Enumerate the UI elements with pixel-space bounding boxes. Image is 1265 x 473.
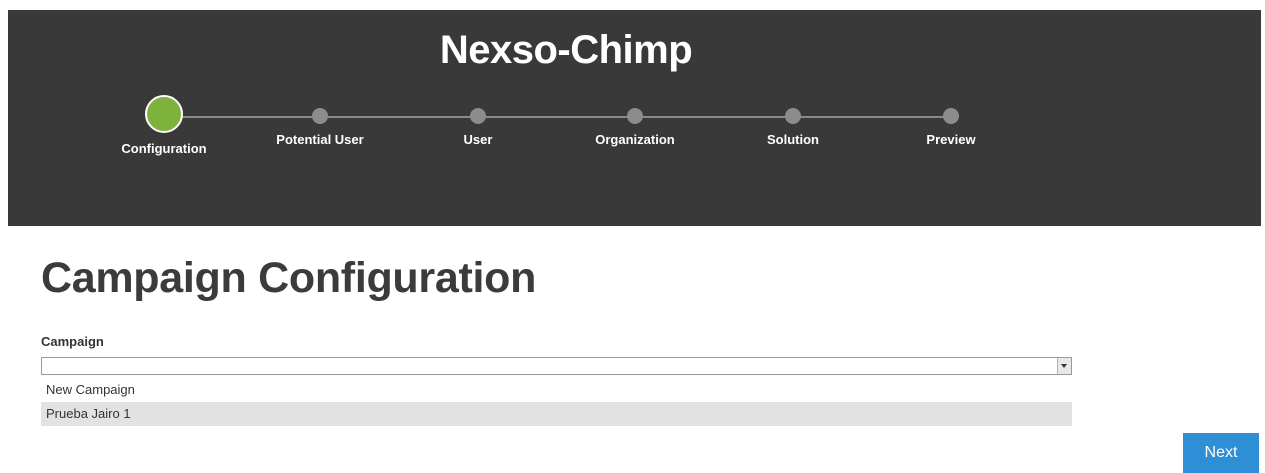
step-solution[interactable]: Solution [713,108,873,147]
step-potential-user[interactable]: Potential User [240,108,400,147]
campaign-option-new[interactable]: New Campaign [41,378,1072,402]
step-label: User [463,132,493,147]
step-dot [627,108,643,124]
step-active-dot [145,95,183,133]
step-user[interactable]: User [398,108,558,147]
campaign-options-list: New Campaign Prueba Jairo 1 [41,378,1072,426]
page: Nexso-Chimp Configuration Potential User… [0,0,1265,473]
chevron-down-icon[interactable] [1057,358,1071,374]
step-label: Organization [595,132,675,147]
step-dot [312,108,328,124]
header-banner: Nexso-Chimp Configuration Potential User… [8,10,1261,226]
next-button[interactable]: Next [1183,433,1259,473]
step-dot [943,108,959,124]
step-dot [470,108,486,124]
step-preview[interactable]: Preview [871,108,1031,147]
step-dot [785,108,801,124]
step-label: Configuration [121,141,207,156]
step-label: Preview [926,132,976,147]
page-title: Campaign Configuration [41,254,537,302]
campaign-select[interactable] [41,357,1072,375]
campaign-option-prueba-jairo-1[interactable]: Prueba Jairo 1 [41,402,1072,426]
campaign-label: Campaign [41,334,104,349]
step-label: Potential User [276,132,364,147]
step-organization[interactable]: Organization [555,108,715,147]
app-title: Nexso-Chimp [439,28,693,72]
step-configuration[interactable]: Configuration [84,95,244,156]
step-label: Solution [767,132,819,147]
